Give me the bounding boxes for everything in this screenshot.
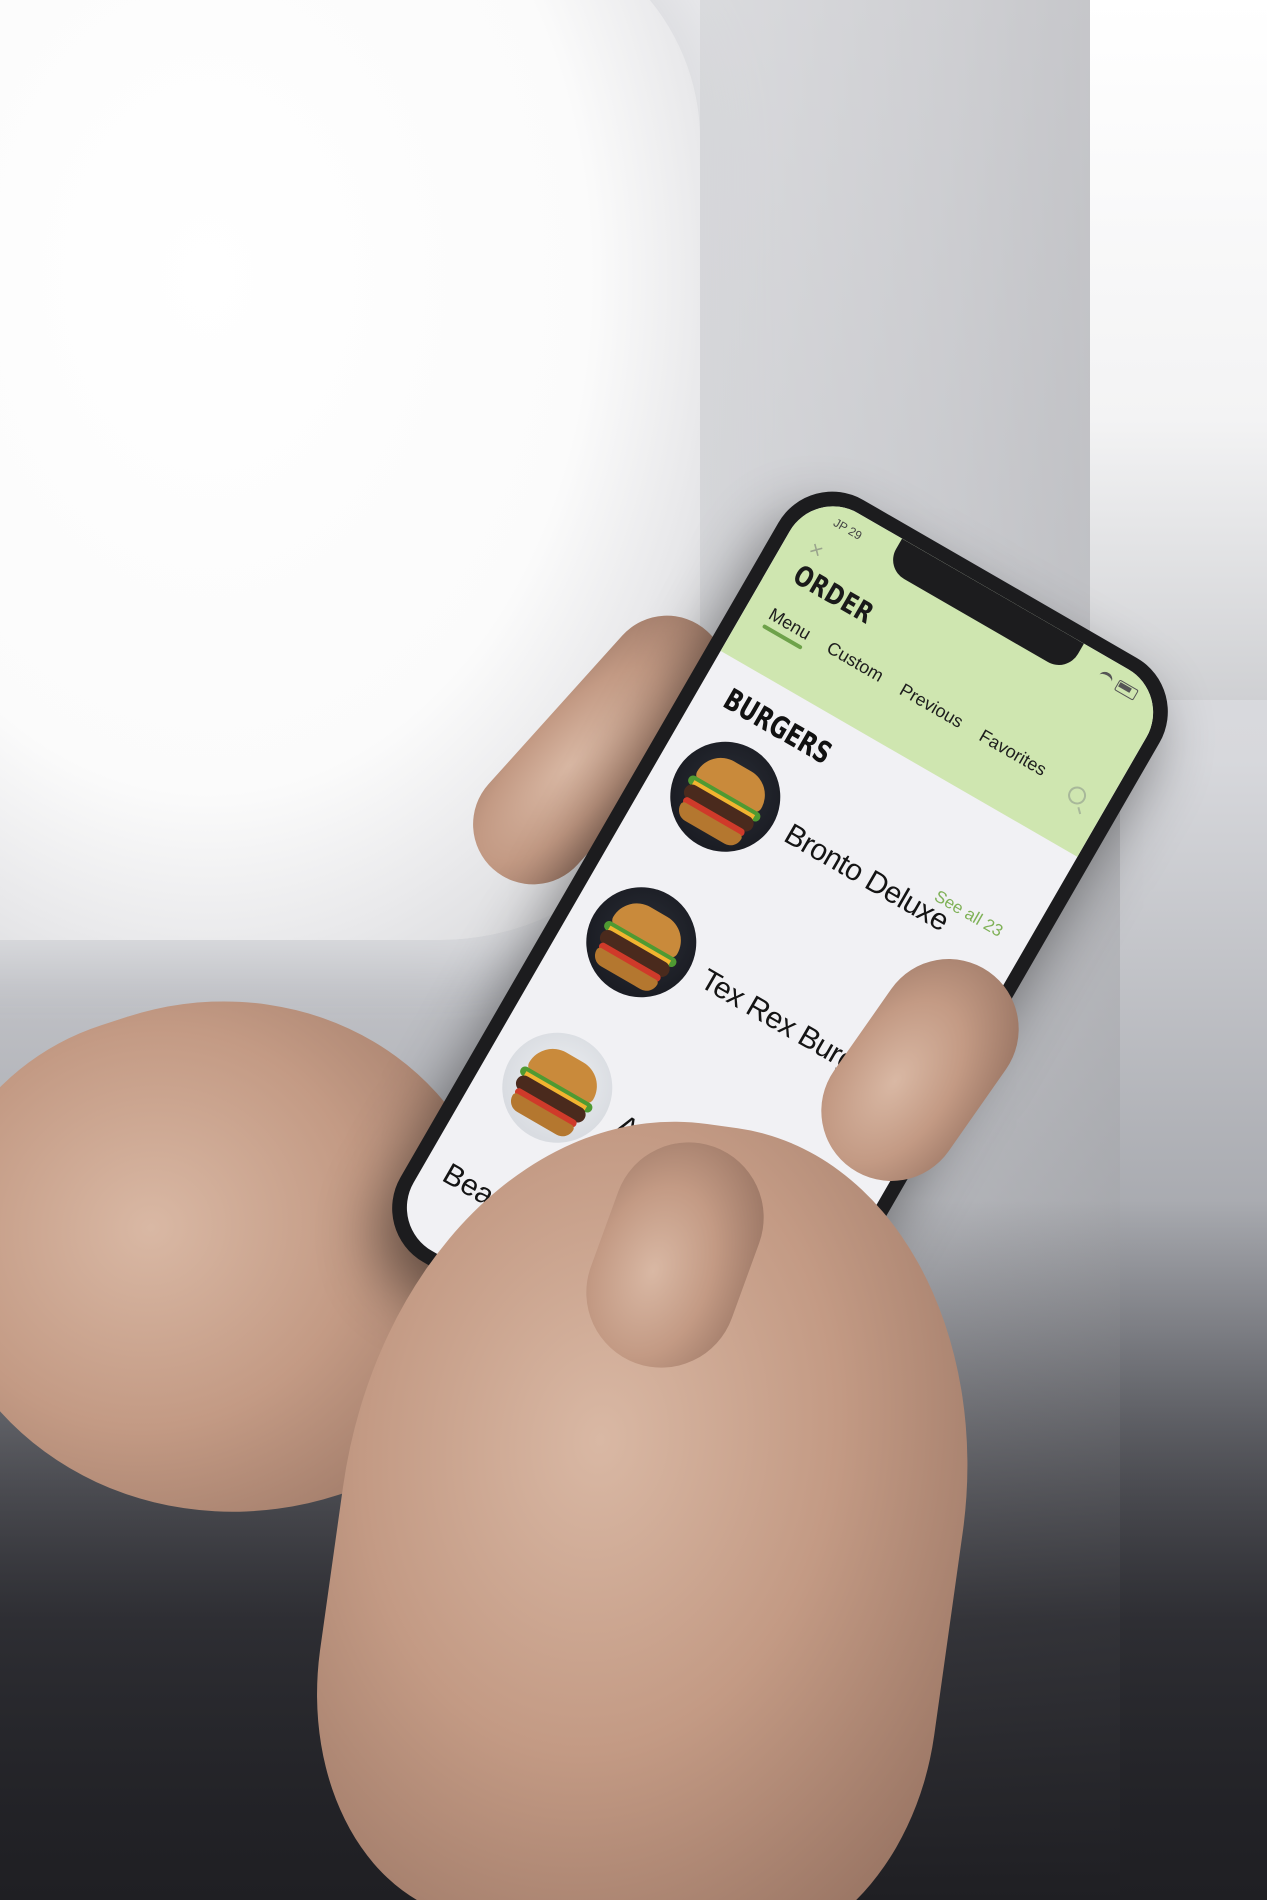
photo-background: JP 29 × ORDER Menu Custom Previous Favor… xyxy=(0,0,1267,1900)
airplane-window-right xyxy=(1090,0,1267,700)
burger-image xyxy=(566,867,717,1018)
menu-item-name: Bronto Deluxe xyxy=(778,817,955,938)
wifi-icon xyxy=(1096,668,1115,688)
